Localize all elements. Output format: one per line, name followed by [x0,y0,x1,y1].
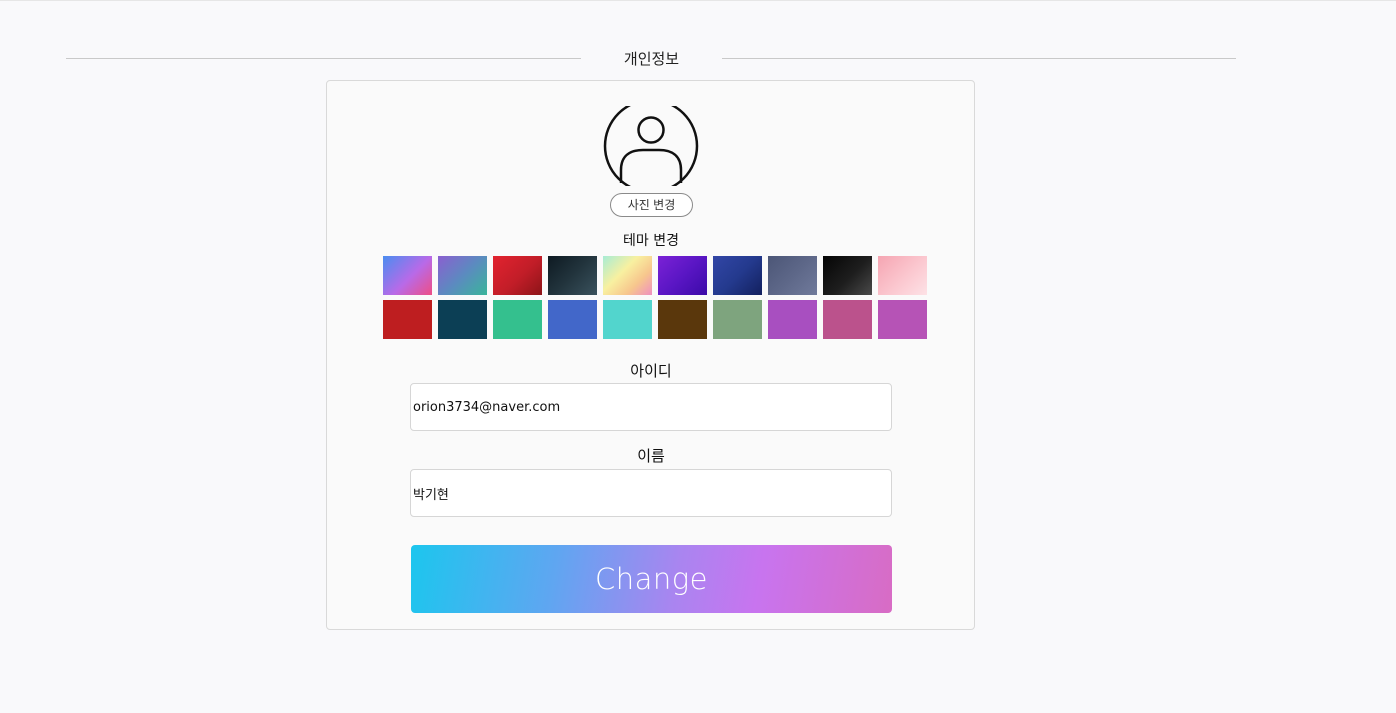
theme-swatch-crimson[interactable] [383,300,432,339]
change-button[interactable]: Change [411,545,892,613]
theme-swatch-dark-teal[interactable] [438,300,487,339]
profile-card: 사진 변경 테마 변경 아이디 이름 Change [326,80,975,630]
theme-swatch-purple[interactable] [768,300,817,339]
theme-swatch-red-gradient[interactable] [493,256,542,295]
section-rule-left [66,58,581,59]
theme-swatch-indigo-gradient[interactable] [713,256,762,295]
section-title: 개인정보 [623,50,680,68]
theme-swatch-purple-teal-gradient[interactable] [438,256,487,295]
page: 개인정보 사진 변경 테마 변경 아이디 이름 Change [0,0,1396,713]
section-rule-right [722,58,1236,59]
theme-swatch-black-gradient[interactable] [823,256,872,295]
user-circle-icon [603,106,699,186]
theme-swatch-emerald[interactable] [493,300,542,339]
top-divider [0,0,1396,1]
theme-swatch-pastel-rainbow-gradient[interactable] [603,256,652,295]
theme-swatch-turquoise[interactable] [603,300,652,339]
theme-swatch-royal-blue[interactable] [548,300,597,339]
theme-swatch-slate-blue-gradient[interactable] [768,256,817,295]
theme-swatch-grid [383,256,928,339]
theme-label: 테마 변경 [623,233,679,249]
id-input[interactable] [410,383,892,431]
name-label: 이름 [637,447,665,465]
change-photo-button[interactable]: 사진 변경 [610,193,693,217]
theme-swatch-dark-slate-gradient[interactable] [548,256,597,295]
theme-swatch-blue-pink-gradient[interactable] [383,256,432,295]
theme-swatch-pink-gradient[interactable] [878,256,927,295]
theme-swatch-brown[interactable] [658,300,707,339]
id-label: 아이디 [630,362,672,380]
name-input[interactable] [410,469,892,517]
theme-swatch-raspberry[interactable] [823,300,872,339]
theme-swatch-violet-gradient[interactable] [658,256,707,295]
theme-swatch-sage[interactable] [713,300,762,339]
theme-swatch-orchid[interactable] [878,300,927,339]
